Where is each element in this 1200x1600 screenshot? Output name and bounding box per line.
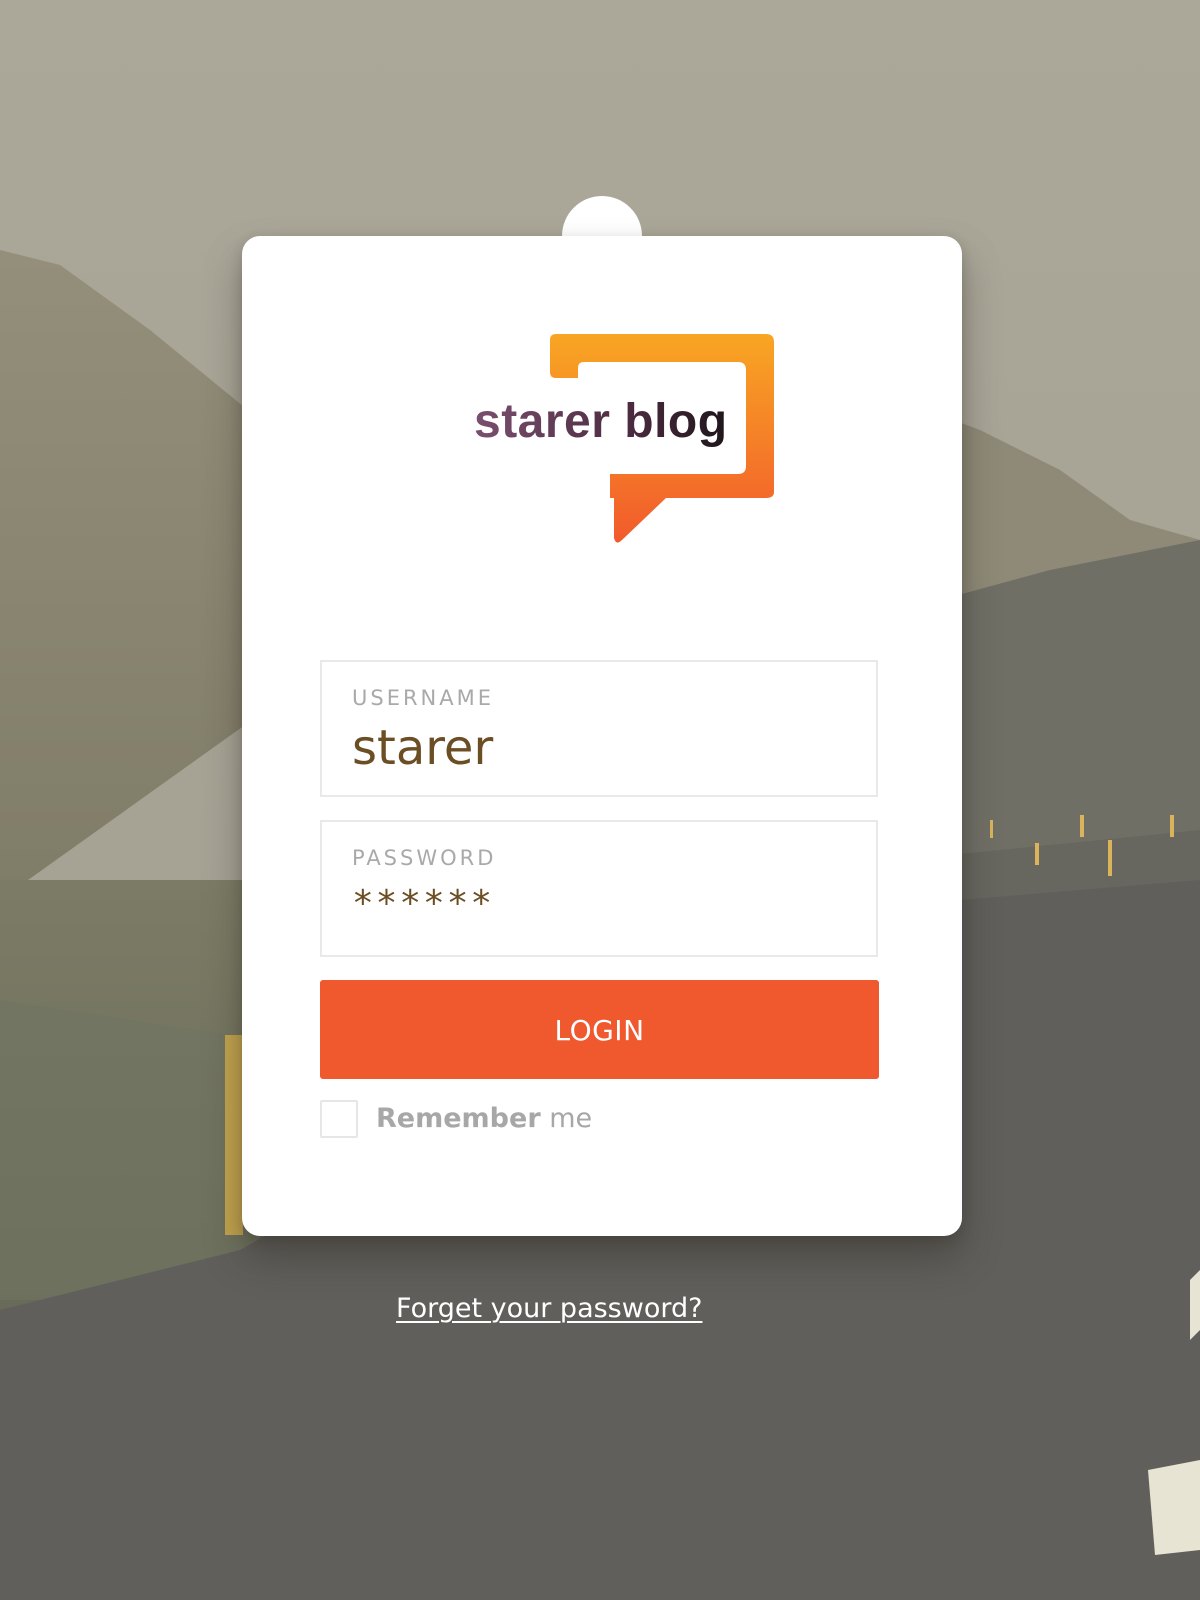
password-field[interactable]: PASSWORD ******: [320, 820, 878, 957]
username-label: USERNAME: [352, 686, 495, 710]
remember-label-light: me: [549, 1103, 593, 1134]
username-field[interactable]: USERNAME starer: [320, 660, 878, 797]
remember-me-checkbox[interactable]: [320, 1100, 358, 1138]
remember-label-bold: Remember: [376, 1103, 541, 1134]
login-button[interactable]: LOGIN: [320, 980, 879, 1079]
login-card: starer blog USERNAME starer PASSWORD ***…: [242, 236, 962, 1236]
logo-text: starer blog: [474, 392, 734, 452]
starer-blog-logo: starer blog: [474, 326, 794, 546]
remember-me-label[interactable]: Remember me: [376, 1100, 592, 1138]
forgot-password-link[interactable]: Forget your password?: [396, 1292, 726, 1326]
password-label: PASSWORD: [352, 846, 497, 870]
password-value[interactable]: ******: [352, 884, 494, 924]
username-value[interactable]: starer: [352, 718, 493, 778]
